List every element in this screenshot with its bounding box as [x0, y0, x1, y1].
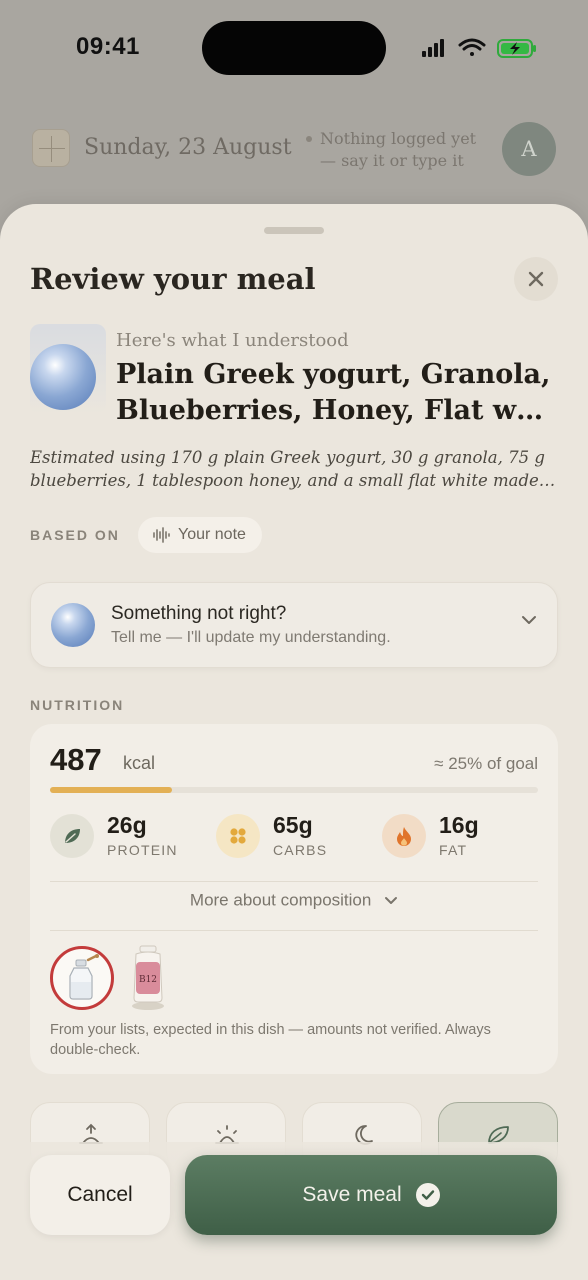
divider [50, 930, 538, 931]
background-header: Sunday, 23 August Nothing logged yet — s… [0, 110, 588, 190]
protein-label: PROTEIN [107, 842, 178, 858]
macro-fat: 16g FAT [382, 810, 542, 866]
sheet-title: Review your meal [30, 262, 316, 296]
more-composition-label: More about composition [189, 890, 372, 910]
lists-note: From your lists, expected in this dish —… [50, 1022, 491, 1058]
assistant-orb-icon [30, 344, 96, 410]
milk-bottle-icon [69, 954, 99, 1000]
bullet-icon [306, 136, 312, 142]
kcal-unit: kcal [123, 753, 156, 773]
estimate-text: Estimated using 170 g plain Greek yogurt… [30, 446, 560, 492]
goal-progress-bar [50, 787, 538, 793]
status-bar: 09:41 [0, 0, 588, 95]
save-meal-button[interactable]: Save meal [185, 1155, 557, 1235]
feedback-subtitle: Tell me — I'll update my understanding. [111, 629, 391, 646]
carbs-value: 65g [273, 812, 313, 838]
goal-percentage: ≈ 25% of goal [434, 754, 538, 773]
protein-value: 26g [107, 812, 147, 838]
dynamic-island [202, 21, 386, 75]
sheet-grabber[interactable] [264, 227, 324, 234]
chevron-down-icon [385, 897, 398, 905]
wifi-icon [458, 38, 486, 56]
status-time: 09:41 [76, 33, 140, 60]
fat-value: 16g [439, 812, 479, 838]
b12-supplement-item[interactable]: B12 [126, 944, 170, 1012]
close-icon [528, 271, 544, 287]
avatar: A [502, 122, 556, 176]
calendar-icon [32, 129, 70, 167]
hint-line-1: Nothing logged yet [320, 129, 477, 148]
macro-protein: 26g PROTEIN [50, 810, 210, 866]
grain-icon [216, 814, 260, 858]
based-on-label: BASED ON [30, 527, 120, 543]
kcal-value: 487 [50, 742, 102, 777]
review-meal-sheet: Review your meal Here's what I understoo… [0, 204, 588, 1280]
fat-label: FAT [439, 842, 468, 858]
divider [50, 881, 538, 882]
milk-item[interactable] [50, 946, 114, 1010]
chevron-down-icon [522, 616, 536, 624]
your-note-label: Your note [178, 526, 246, 543]
status-icons [422, 38, 536, 58]
meal-name: Plain Greek yogurt, Granola, Blueberries… [116, 357, 556, 429]
your-note-chip[interactable]: Your note [138, 517, 262, 553]
checkmark-icon [415, 1183, 440, 1207]
waveform-icon [153, 527, 170, 543]
nutrition-label: NUTRITION [30, 697, 125, 713]
hint-line-2: — say it or type it [320, 151, 464, 170]
battery-icon [497, 39, 536, 58]
meal-name-line-2: Blueberries, Honey, Flat white [116, 395, 556, 426]
save-meal-label: Save meal [302, 1183, 402, 1206]
goal-progress-fill [50, 787, 172, 793]
assistant-orb-icon [51, 603, 95, 647]
flame-icon [382, 814, 426, 858]
understood-label: Here's what I understood [116, 330, 349, 351]
background-hint: Nothing logged yet — say it or type it [300, 128, 490, 172]
estimate-line-1: Estimated using 170 g plain Greek yogurt… [30, 448, 545, 467]
cancel-button[interactable]: Cancel [30, 1155, 170, 1235]
leaf-icon [50, 814, 94, 858]
more-composition-toggle[interactable]: More about composition [30, 890, 558, 911]
macro-carbs: 65g CARBS [216, 810, 376, 866]
b12-label: B12 [139, 975, 157, 985]
nutrition-card: 487 kcal ≈ 25% of goal 26g PROTEIN 65g C… [30, 724, 558, 1074]
estimate-line-2: blueberries, 1 tablespoon honey, and a s… [30, 471, 560, 490]
feedback-card[interactable]: Something not right? Tell me — I'll upda… [30, 582, 558, 668]
carbs-label: CARBS [273, 842, 328, 858]
feedback-title: Something not right? [111, 603, 287, 624]
background-date: Sunday, 23 August [84, 135, 292, 160]
meal-name-line-1: Plain Greek yogurt, Granola, [116, 359, 551, 390]
signal-icon [422, 39, 444, 57]
close-button[interactable] [514, 257, 558, 301]
supplement-bottle-icon: B12 [132, 945, 164, 1010]
